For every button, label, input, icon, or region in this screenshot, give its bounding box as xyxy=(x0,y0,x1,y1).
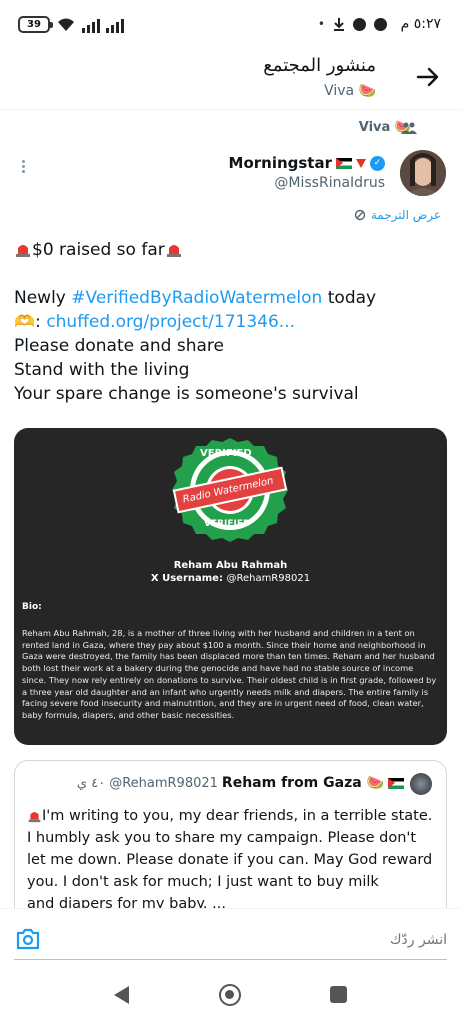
clock: ٥:٢٧ م xyxy=(400,16,441,32)
system-nav-bar xyxy=(0,970,461,1024)
quote-handle: @RehamR98021 xyxy=(109,775,218,791)
people-icon xyxy=(401,122,417,134)
palestine-flag-icon xyxy=(336,157,352,169)
messenger-icon-2 xyxy=(374,17,387,31)
verified-icon: ✓ xyxy=(370,155,385,171)
messenger-icon xyxy=(353,17,366,31)
page-subtitle: Viva 🍉 xyxy=(324,83,376,99)
card-username-value: @RehamR98021 xyxy=(226,573,311,584)
card-username-label: X Username: xyxy=(150,573,227,584)
back-arrow-icon[interactable] xyxy=(415,64,441,90)
translate-icon xyxy=(354,209,366,221)
heart-hands-icon: 🫶 xyxy=(14,312,36,332)
camera-icon[interactable] xyxy=(16,928,40,950)
nav-home-icon[interactable] xyxy=(219,984,241,1006)
reply-bar xyxy=(0,908,461,970)
raised-text: $0 raised so far xyxy=(32,240,165,260)
hashtag-link[interactable]: #VerifiedByRadioWatermelon xyxy=(71,288,322,308)
seal-bottom-text: VERIFIED xyxy=(204,519,251,529)
siren-icon xyxy=(166,245,181,257)
tweet-line-2: Newly #VerifiedByRadioWatermelon today xyxy=(14,286,444,310)
palestine-flag-icon xyxy=(388,777,404,789)
card-person-name: Reham Abu Rahmah xyxy=(173,560,288,571)
status-left: 39 xyxy=(18,16,124,33)
card-bio-label: Bio: xyxy=(22,602,42,612)
tweet-text: $0 raised so far Newly #VerifiedByRadioW… xyxy=(14,238,444,406)
signal-icon-2 xyxy=(106,17,124,33)
download-icon xyxy=(334,18,344,31)
top-app-bar: منشور المجتمع Viva 🍉 xyxy=(0,50,461,110)
translate-link[interactable]: عرض الترجمة xyxy=(354,208,441,222)
quote-header: ٤٠ ي @RehamR98021 Reham from Gaza 🍉 xyxy=(77,775,404,791)
avatar[interactable] xyxy=(400,150,446,196)
reply-underline xyxy=(14,959,447,960)
tweet-today: today xyxy=(322,288,377,308)
wifi-icon xyxy=(58,18,74,31)
seal-top-text: VERIFIED xyxy=(200,448,252,459)
quote-avatar xyxy=(410,773,432,795)
tweet-image-card[interactable]: VERIFIED Radio Watermelon VERIFIED Reham… xyxy=(14,428,447,745)
more-icon[interactable] xyxy=(18,158,28,178)
nav-back-icon[interactable] xyxy=(114,986,129,1004)
quote-text: I'm writing to you, my dear friends, in … xyxy=(27,805,437,915)
tweet-line-4: Please donate and share xyxy=(14,336,224,356)
nav-recents-icon[interactable] xyxy=(330,986,347,1003)
quote-name: Reham from Gaza 🍉 xyxy=(221,775,384,791)
tweet-line-3: 🫶: chuffed.org/project/171346... xyxy=(14,312,296,332)
author-name-text: Morningstar xyxy=(228,154,332,172)
tweet-line-5: Stand with the living xyxy=(14,360,190,380)
tweet-line-1: $0 raised so far xyxy=(14,238,444,262)
signal-icon xyxy=(82,17,100,33)
author-handle[interactable]: @MissRinaIdrus xyxy=(274,175,385,191)
quote-text-body: I'm writing to you, my dear friends, in … xyxy=(27,808,433,890)
quoted-tweet[interactable]: ٤٠ ي @RehamR98021 Reham from Gaza 🍉 I'm … xyxy=(14,760,447,920)
tweet-newly: Newly xyxy=(14,288,72,308)
reply-input[interactable] xyxy=(67,926,447,954)
page-title: منشور المجتمع xyxy=(263,55,376,76)
siren-icon xyxy=(16,245,30,257)
card-username: X Username: @RehamR98021 xyxy=(14,573,447,584)
translate-label: عرض الترجمة xyxy=(370,208,441,222)
status-bar: 39 • ٥:٢٧ م xyxy=(0,0,461,50)
battery-icon: 39 xyxy=(18,16,53,33)
chuffed-link[interactable]: chuffed.org/project/171346... xyxy=(46,312,295,332)
red-triangle-icon xyxy=(356,158,366,168)
author-display-name[interactable]: Morningstar ✓ xyxy=(229,154,385,172)
siren-icon xyxy=(28,812,41,823)
dot-icon: • xyxy=(317,17,325,31)
tweet-line-6: Your spare change is someone's survival xyxy=(14,384,359,404)
quote-time: ٤٠ ي xyxy=(76,775,106,791)
status-icons: • xyxy=(318,17,387,31)
card-bio-text: Reham Abu Rahmah, 28, is a mother of thr… xyxy=(22,628,437,720)
